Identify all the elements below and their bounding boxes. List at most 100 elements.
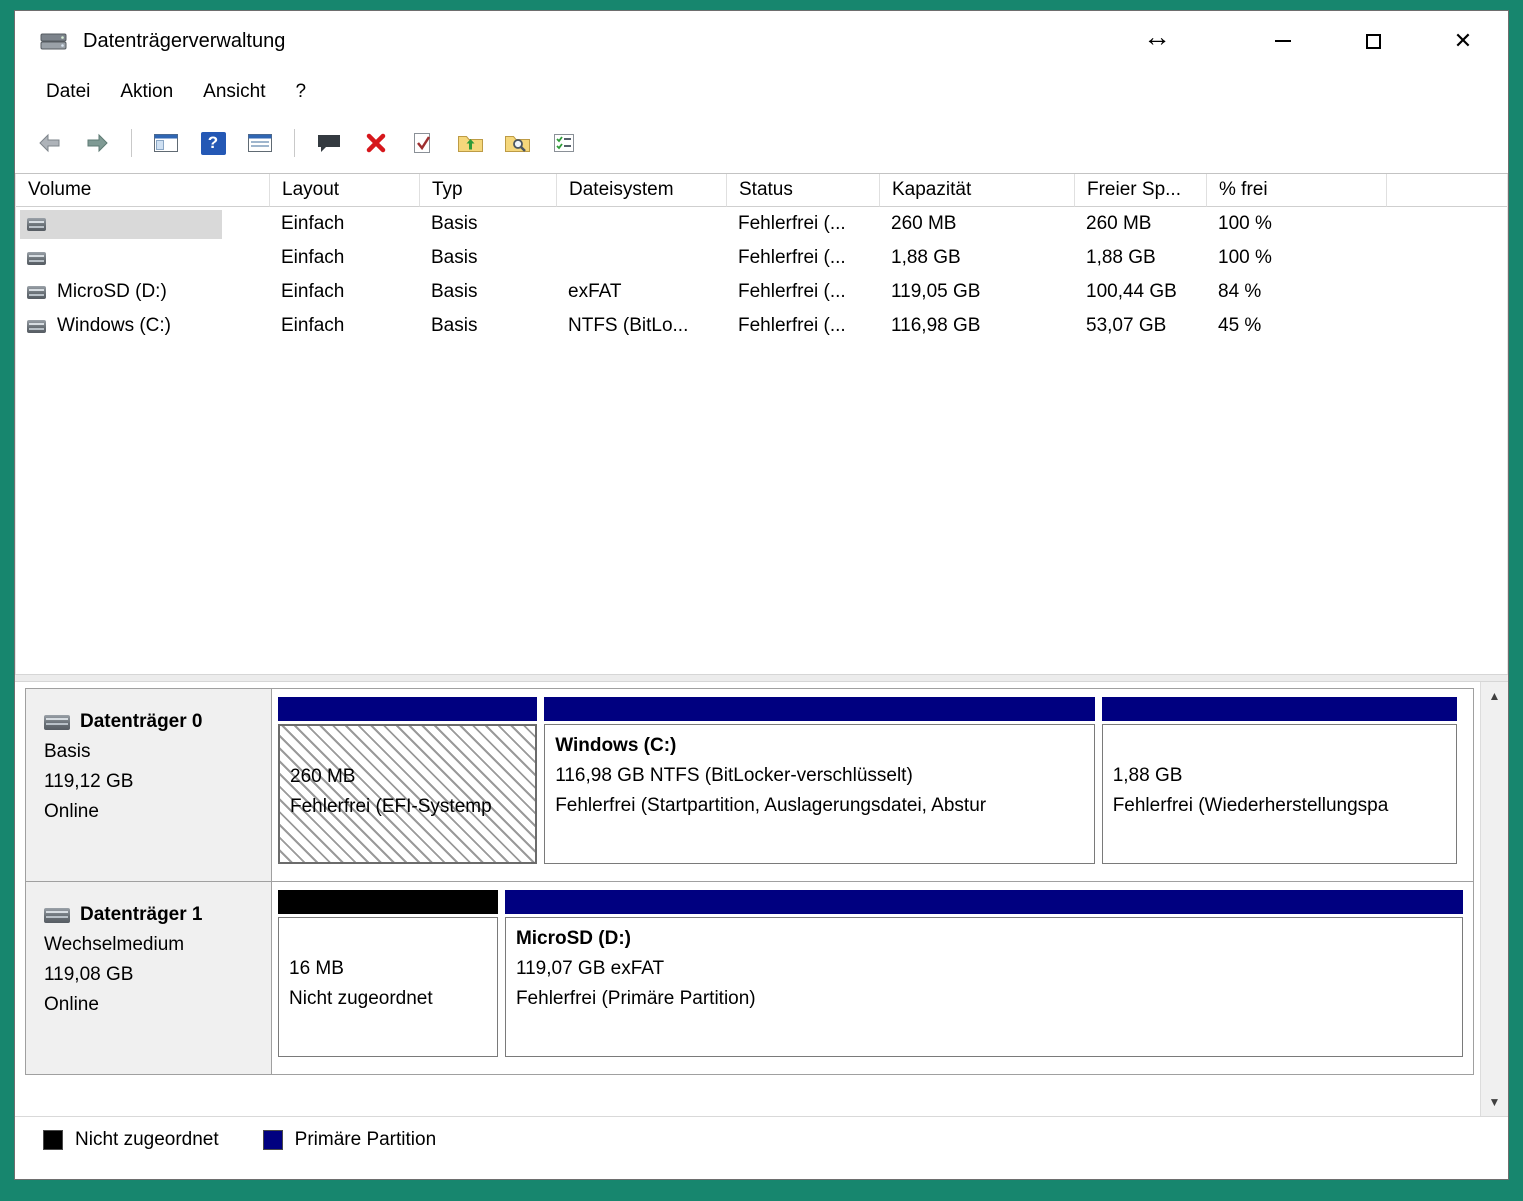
partition-status: Fehlerfrei (Wiederherstellungspa (1113, 791, 1447, 821)
volume-icon (27, 218, 46, 231)
column-header-freier-sp[interactable]: Freier Sp... (1075, 174, 1207, 207)
volume-list-header: Volume Layout Typ Dateisystem Status Kap… (16, 174, 1507, 207)
partition-status: Fehlerfrei (EFI-Systemp (290, 792, 525, 822)
close-icon: ✕ (1454, 30, 1472, 52)
partition-color-bar (278, 697, 537, 721)
disk-status: Online (44, 797, 271, 827)
status-cell: Fehlerfrei (... (727, 309, 880, 343)
column-header-kapazitaet[interactable]: Kapazität (880, 174, 1075, 207)
volume-list: Volume Layout Typ Dateisystem Status Kap… (15, 174, 1508, 674)
freier-sp-cell: 53,07 GB (1075, 309, 1207, 343)
menu-hilfe[interactable]: ? (280, 76, 321, 108)
layout-cell: Einfach (270, 309, 420, 343)
partition-title (289, 924, 487, 954)
freier-sp-cell: 100,44 GB (1075, 275, 1207, 309)
volume-cell[interactable]: Windows (C:) (20, 312, 222, 341)
table-row[interactable]: Einfach Basis Fehlerfrei (... 1,88 GB 1,… (16, 241, 1507, 275)
partition-unallocated[interactable]: 16 MB Nicht zugeordnet (278, 890, 498, 1074)
disk-management-window: Datenträgerverwaltung ↔ ✕ Datei Aktion A… (14, 10, 1509, 1180)
window-title: Datenträgerverwaltung (83, 30, 285, 53)
kapazitaet-cell: 260 MB (880, 207, 1075, 241)
kapazitaet-cell: 1,88 GB (880, 241, 1075, 275)
minimize-button[interactable] (1238, 11, 1328, 71)
partition-windows-c[interactable]: Windows (C:) 116,98 GB NTFS (BitLocker-v… (544, 697, 1095, 881)
typ-cell: Basis (420, 207, 557, 241)
title-bar[interactable]: Datenträgerverwaltung ↔ ✕ (15, 11, 1508, 71)
partition-color-bar (505, 890, 1463, 914)
pane-splitter[interactable] (15, 674, 1508, 682)
legend-item-unallocated: Nicht zugeordnet (43, 1129, 219, 1151)
partition-size: 119,07 GB exFAT (516, 954, 1452, 984)
partition-size: 16 MB (289, 954, 487, 984)
maximize-button[interactable] (1328, 11, 1418, 71)
close-button[interactable]: ✕ (1418, 11, 1508, 71)
disk-info-0[interactable]: Datenträger 0 Basis 119,12 GB Online (26, 689, 272, 881)
column-header-status[interactable]: Status (727, 174, 880, 207)
vertical-scrollbar[interactable]: ▲ ▼ (1480, 682, 1508, 1116)
menu-aktion[interactable]: Aktion (105, 76, 188, 108)
column-header-dateisystem[interactable]: Dateisystem (557, 174, 727, 207)
legend-item-primary: Primäre Partition (263, 1129, 437, 1151)
volume-cell-selected[interactable] (20, 210, 222, 239)
freier-sp-cell: 1,88 GB (1075, 241, 1207, 275)
forward-icon[interactable] (82, 128, 112, 158)
minimize-icon (1275, 40, 1291, 42)
scroll-up-button[interactable]: ▲ (1481, 682, 1508, 710)
delete-volume-icon[interactable] (361, 128, 391, 158)
explore-folder-icon[interactable] (502, 128, 532, 158)
typ-cell: Basis (420, 309, 557, 343)
partition-title (290, 732, 525, 762)
legend-bar: Nicht zugeordnet Primäre Partition (15, 1116, 1508, 1179)
table-row[interactable]: Einfach Basis Fehlerfrei (... 260 MB 260… (16, 207, 1507, 241)
status-cell: Fehlerfrei (... (727, 241, 880, 275)
properties-list-icon[interactable] (549, 128, 579, 158)
partition-size: 116,98 GB NTFS (BitLocker-verschlüsselt) (555, 761, 1084, 791)
filler-cell (1387, 309, 1507, 343)
column-header-pct-frei[interactable]: % frei (1207, 174, 1387, 207)
partition-color-bar (1102, 697, 1458, 721)
scroll-down-icon: ▼ (1489, 1095, 1501, 1109)
partition-microsd-d[interactable]: MicroSD (D:) 119,07 GB exFAT Fehlerfrei … (505, 890, 1463, 1074)
disk-info-1[interactable]: Datenträger 1 Wechselmedium 119,08 GB On… (26, 882, 272, 1074)
volume-cell[interactable]: MicroSD (D:) (20, 278, 222, 307)
dateisystem-cell (557, 207, 727, 241)
back-icon[interactable] (35, 128, 65, 158)
toolbar-separator (131, 129, 132, 157)
console-tree-icon[interactable] (151, 128, 181, 158)
scrollbar-track[interactable] (1481, 710, 1508, 1088)
partition-status: Fehlerfrei (Primäre Partition) (516, 984, 1452, 1014)
table-row[interactable]: Windows (C:) Einfach Basis NTFS (BitLo..… (16, 309, 1507, 343)
dateisystem-cell: NTFS (BitLo... (557, 309, 727, 343)
partition-status: Fehlerfrei (Startpartition, Auslagerungs… (555, 791, 1084, 821)
partition-recovery[interactable]: 1,88 GB Fehlerfrei (Wiederherstellungspa (1102, 697, 1458, 881)
volume-icon (27, 252, 46, 265)
scroll-up-icon: ▲ (1489, 689, 1501, 703)
pct-frei-cell: 100 % (1207, 207, 1387, 241)
pct-frei-cell: 45 % (1207, 309, 1387, 343)
layout-cell: Einfach (270, 241, 420, 275)
disk-name: Datenträger 1 (80, 900, 203, 930)
volume-name: MicroSD (D:) (57, 281, 167, 303)
volume-cell[interactable] (20, 244, 222, 273)
help-icon[interactable]: ? (198, 128, 228, 158)
action-pane-icon[interactable] (314, 128, 344, 158)
status-cell: Fehlerfrei (... (727, 207, 880, 241)
menu-datei[interactable]: Datei (31, 76, 105, 108)
open-folder-icon[interactable] (455, 128, 485, 158)
partition-size: 1,88 GB (1113, 761, 1447, 791)
disk-type: Basis (44, 737, 271, 767)
disk-name: Datenträger 0 (80, 707, 203, 737)
column-header-volume[interactable]: Volume (16, 174, 270, 207)
resize-cursor-icon: ↔ (1143, 21, 1171, 53)
column-header-typ[interactable]: Typ (420, 174, 557, 207)
disk-row-1: Datenträger 1 Wechselmedium 119,08 GB On… (25, 881, 1474, 1075)
scroll-down-button[interactable]: ▼ (1481, 1088, 1508, 1116)
column-header-layout[interactable]: Layout (270, 174, 420, 207)
menu-ansicht[interactable]: Ansicht (188, 76, 280, 108)
export-list-icon[interactable] (245, 128, 275, 158)
table-row[interactable]: MicroSD (D:) Einfach Basis exFAT Fehlerf… (16, 275, 1507, 309)
mark-active-icon[interactable] (408, 128, 438, 158)
partition-efi-system[interactable]: 260 MB Fehlerfrei (EFI-Systemp (278, 697, 537, 881)
disk-icon (44, 715, 70, 730)
dateisystem-cell: exFAT (557, 275, 727, 309)
